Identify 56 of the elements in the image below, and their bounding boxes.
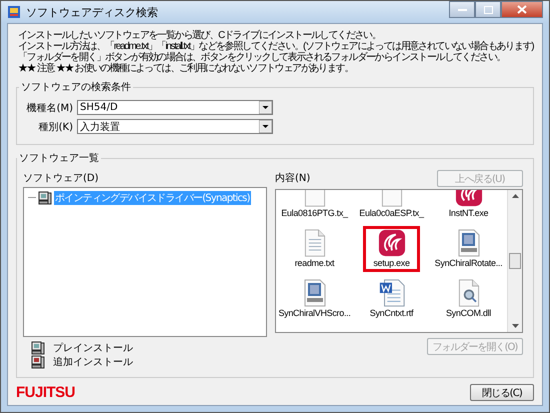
file-item[interactable]: SynChiralRotate... xyxy=(431,226,506,272)
computer-icon xyxy=(31,355,45,369)
scroll-up-icon xyxy=(512,194,518,198)
file-item[interactable]: InstNT.exe xyxy=(431,190,506,222)
content-label: 内容(N) xyxy=(275,172,310,185)
legend-label: プレインストール xyxy=(53,342,133,355)
maximize-button[interactable] xyxy=(475,1,501,18)
computer-icon xyxy=(38,191,52,205)
instruction-text: ★★ 注意 ★★ お使いの機種によっては、ご利用になれないソフトウェアがあります。 xyxy=(18,63,354,74)
file-item[interactable]: readme.txt xyxy=(277,226,352,272)
computer-icon xyxy=(31,341,45,355)
file-item[interactable]: Eula0816PTG.tx_ xyxy=(277,190,352,222)
close-icon xyxy=(517,5,527,14)
window-title: ソフトウェアディスク検索 xyxy=(26,4,158,20)
dropdown-field[interactable]: 入力装置 xyxy=(77,119,273,134)
legend-label: 追加インストール xyxy=(53,356,133,369)
file-name: SynCntxt.rtf xyxy=(370,308,414,318)
dropdown-arrow-icon xyxy=(259,120,272,133)
dropdown-arrow-icon xyxy=(259,101,272,114)
file-item[interactable]: SynCntxt.rtf xyxy=(354,276,429,322)
file-name: Eula0c0aESP.tx_ xyxy=(359,208,424,218)
file-item[interactable]: setup.exe xyxy=(363,226,420,272)
file-item[interactable]: SynChiralVHScro... xyxy=(277,276,352,322)
file-name: SynChiralVHScro... xyxy=(278,308,351,318)
maximize-icon xyxy=(484,6,492,14)
dropdown-field[interactable]: SH54/D xyxy=(77,100,273,115)
scroll-thumb[interactable] xyxy=(509,253,521,269)
instruction-text: インストール方法は、「readme.txt」「install.txt」などを参照してください。(ソフトウェアによっては用意されていない場合もあります) xyxy=(18,41,534,52)
group-title: ソフトウェア一覧 xyxy=(18,152,100,165)
app-icon xyxy=(376,229,406,257)
field-label: 種別(K) xyxy=(38,120,73,134)
list-label: ソフトウェア(D) xyxy=(23,172,99,185)
file-name: SynChiralRotate... xyxy=(434,258,502,268)
close-dialog-button[interactable]: 閉じる(C) xyxy=(470,384,534,401)
scrollbar[interactable] xyxy=(507,190,522,332)
close-button[interactable] xyxy=(501,1,543,18)
file-item[interactable]: Eula0c0aESP.tx_ xyxy=(354,190,429,222)
field-label: 機種名(M) xyxy=(26,102,73,114)
file-name: InstNT.exe xyxy=(448,208,488,218)
word-document-icon xyxy=(378,279,406,307)
group-title: ソフトウェアの検索条件 xyxy=(20,80,132,94)
minimize-icon xyxy=(458,8,466,12)
file-name: Eula0816PTG.tx_ xyxy=(281,208,348,218)
file-name: readme.txt xyxy=(294,258,334,268)
video-file-icon xyxy=(458,229,480,257)
file-item[interactable]: SynCOM.dll xyxy=(431,276,506,322)
scroll-down-icon xyxy=(512,324,518,328)
file-name: setup.exe xyxy=(373,258,410,268)
company-logo: FUJITSU xyxy=(16,384,76,401)
file-name: SynCOM.dll xyxy=(446,308,491,318)
minimize-button[interactable] xyxy=(449,1,475,18)
video-file-icon xyxy=(304,279,326,307)
instruction-text: 「フォルダーを開く」ボタンが有効の場合は、ボタンをクリックして表示されるフォルダーからインストールしてください。 xyxy=(18,52,506,63)
instruction-text: インストールしたいソフトウェアを一覧から選び、Cドライブにインストールしてください。 xyxy=(18,30,382,41)
tree-line-icon xyxy=(28,197,36,199)
app-icon xyxy=(7,5,21,19)
